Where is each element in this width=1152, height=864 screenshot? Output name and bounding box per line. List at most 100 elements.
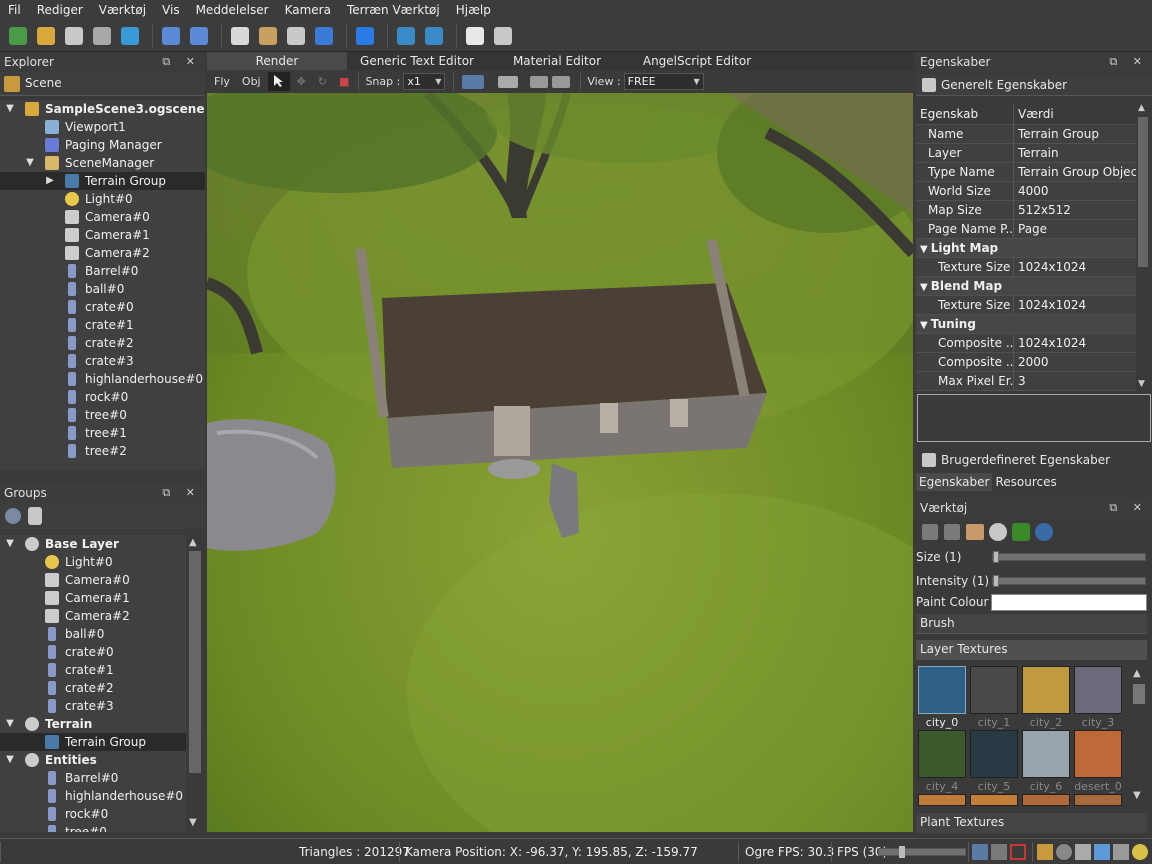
property-row[interactable]: Page Name P... Page xyxy=(916,220,1136,239)
texture-thumbnail[interactable] xyxy=(1074,666,1122,714)
property-value[interactable]: Terrain Group Object xyxy=(1014,163,1136,181)
scroll-down-icon[interactable]: ▼ xyxy=(189,817,197,828)
panel-controls-icon[interactable]: ⧉ ✕ xyxy=(1109,498,1148,518)
texture-thumbnail[interactable] xyxy=(970,730,1018,778)
fps-slider-thumb[interactable] xyxy=(899,846,905,858)
tree-item[interactable]: ▼ Terrain xyxy=(0,715,186,733)
tree-item[interactable]: highlanderhouse#0 xyxy=(0,370,205,388)
tree-item[interactable]: Light#0 xyxy=(0,190,205,208)
property-value[interactable]: 512x512 xyxy=(1014,201,1136,219)
scroll-up-icon[interactable]: ▲ xyxy=(1133,668,1141,679)
save-icon[interactable] xyxy=(62,24,86,48)
menu-item[interactable]: Kamera xyxy=(277,0,339,20)
paint-tool-icon[interactable] xyxy=(966,524,984,540)
tree-item[interactable]: highlanderhouse#0 xyxy=(0,787,186,805)
close-icon[interactable] xyxy=(118,24,142,48)
property-value[interactable]: Page xyxy=(1014,220,1136,238)
open-folder-icon[interactable] xyxy=(34,24,58,48)
edit-icon[interactable] xyxy=(1075,844,1091,860)
texture-thumbnail[interactable] xyxy=(970,666,1018,714)
tree-item[interactable]: ▼ SceneManager xyxy=(0,154,205,172)
smooth-tool-icon[interactable] xyxy=(944,524,960,540)
texture-thumbnail[interactable] xyxy=(918,730,966,778)
add-group-icon[interactable] xyxy=(5,508,21,524)
scroll-down-icon[interactable]: ▼ xyxy=(1133,790,1141,801)
property-group[interactable]: ▼ Blend Map xyxy=(916,277,1136,296)
menu-item[interactable]: Vis xyxy=(154,0,188,20)
rotate-icon[interactable]: ↻ xyxy=(313,72,332,91)
snap-select[interactable]: x1 xyxy=(403,73,446,90)
property-row[interactable]: Type Name Terrain Group Object xyxy=(916,163,1136,182)
scroll-thumb[interactable] xyxy=(1138,117,1148,267)
property-group[interactable]: ▼ Light Map xyxy=(916,239,1136,258)
brush-header[interactable]: Brush xyxy=(916,614,1147,634)
property-value[interactable]: 1024x1024 xyxy=(1014,334,1136,352)
texture-thumbnail[interactable] xyxy=(1074,794,1122,806)
tree-item[interactable]: crate#0 xyxy=(0,298,205,316)
export-icon[interactable] xyxy=(228,24,252,48)
texture-thumbnail[interactable] xyxy=(918,666,966,714)
texture-thumbnail[interactable] xyxy=(1022,666,1070,714)
layout-icon[interactable] xyxy=(991,844,1007,860)
tools-icon[interactable] xyxy=(256,24,280,48)
expand-arrow-icon[interactable]: ▼ xyxy=(5,751,15,769)
tree-item[interactable]: ▼ Entities xyxy=(0,751,186,769)
scroll-up-icon[interactable]: ▲ xyxy=(189,537,197,548)
texture-scrollbar[interactable]: ▲ ▼ xyxy=(1130,664,1148,806)
scroll-up-icon[interactable]: ▲ xyxy=(1138,103,1145,113)
property-row[interactable]: World Size 4000 xyxy=(916,182,1136,201)
intensity-slider[interactable] xyxy=(992,575,1146,587)
panel-controls-icon[interactable]: ⧉ ✕ xyxy=(162,52,201,72)
texture-thumbnail[interactable] xyxy=(970,794,1018,806)
tree-item[interactable]: ▶ Terrain Group xyxy=(0,172,205,190)
expand-arrow-icon[interactable]: ▼ xyxy=(5,535,15,553)
tree-item[interactable]: crate#3 xyxy=(0,352,205,370)
groups-scrollbar[interactable]: ▲ ▼ xyxy=(186,535,204,832)
database-icon[interactable] xyxy=(28,507,42,525)
scale-icon[interactable]: ■ xyxy=(334,72,354,91)
tree-item[interactable]: tree#2 xyxy=(0,442,205,460)
camera-add-icon[interactable] xyxy=(530,75,549,88)
tree-item[interactable]: Light#0 xyxy=(0,553,186,571)
tree-item[interactable]: tree#0 xyxy=(0,406,205,424)
property-row[interactable]: Max Pixel Er... 3 xyxy=(916,372,1136,391)
size-slider[interactable] xyxy=(992,551,1146,563)
property-value[interactable]: 4000 xyxy=(1014,182,1136,200)
tree-item[interactable]: Camera#1 xyxy=(0,589,186,607)
camera-icon[interactable] xyxy=(1056,844,1072,860)
expand-arrow-icon[interactable]: ▼ xyxy=(5,715,15,733)
tree-item[interactable]: crate#2 xyxy=(0,679,186,697)
fps-slider[interactable] xyxy=(878,846,966,858)
size-slider-thumb[interactable] xyxy=(993,551,999,563)
tree-item[interactable]: crate#2 xyxy=(0,334,205,352)
tab-render[interactable]: Render xyxy=(207,52,347,70)
view-select[interactable]: FREE xyxy=(623,73,704,90)
menu-item[interactable]: Fil xyxy=(0,0,29,20)
tab-angelscript-editor[interactable]: AngelScript Editor xyxy=(627,52,767,70)
tab-material-editor[interactable]: Material Editor xyxy=(487,52,627,70)
menu-item[interactable]: Meddelelser xyxy=(188,0,277,20)
tab-generic-text-editor[interactable]: Generic Text Editor xyxy=(347,52,487,70)
expand-arrow-icon[interactable]: ▼ xyxy=(920,282,928,293)
zoom-icon[interactable] xyxy=(491,24,515,48)
tree-item[interactable]: Viewport1 xyxy=(0,118,205,136)
layers-icon[interactable] xyxy=(284,24,308,48)
tree-item[interactable]: Camera#0 xyxy=(0,571,186,589)
property-row[interactable]: Layer Terrain xyxy=(916,144,1136,163)
texture-thumbnail[interactable] xyxy=(918,794,966,806)
tree-item[interactable]: crate#3 xyxy=(0,697,186,715)
save-all-icon[interactable] xyxy=(90,24,114,48)
panel-controls-icon[interactable]: ⧉ ✕ xyxy=(162,483,201,503)
groups-tree[interactable]: ▼ Base Layer Light#0 Camera#0 Camera#1 Camera… xyxy=(0,535,186,832)
tree-item[interactable]: crate#1 xyxy=(0,316,205,334)
texture-thumbnail[interactable] xyxy=(1022,730,1070,778)
move-icon[interactable]: ✥ xyxy=(292,72,311,91)
properties-scrollbar[interactable]: ▲ ▼ xyxy=(1136,103,1150,391)
tab-properties[interactable]: Egenskaber xyxy=(916,473,993,491)
paint-colour-swatch[interactable] xyxy=(991,594,1147,611)
tree-item[interactable]: tree#1 xyxy=(0,424,205,442)
property-value[interactable]: Terrain Group xyxy=(1014,125,1136,143)
sun-icon[interactable] xyxy=(1132,844,1148,860)
tree-item[interactable]: ball#0 xyxy=(0,280,205,298)
plant-textures-header[interactable]: Plant Textures xyxy=(916,813,1147,833)
